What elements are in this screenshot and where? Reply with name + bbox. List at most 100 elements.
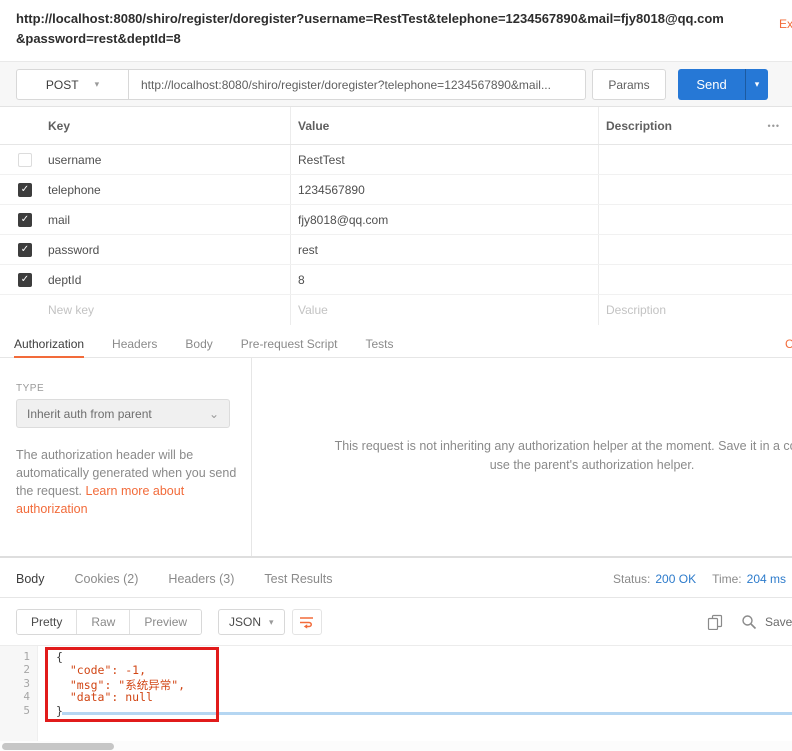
- examples-link[interactable]: Examples: [779, 17, 792, 31]
- table-row: username RestTest: [0, 145, 792, 175]
- params-button[interactable]: Params: [592, 69, 666, 100]
- preview-button[interactable]: Preview: [129, 610, 201, 634]
- line-number: 1: [0, 650, 30, 663]
- request-url-line1: http://localhost:8080/shiro/register/dor…: [16, 9, 776, 29]
- new-key-input[interactable]: New key: [48, 303, 94, 317]
- code-line: 1 {: [0, 650, 792, 664]
- status-label: Status:: [613, 572, 650, 586]
- table-row: ✓ password rest: [0, 235, 792, 265]
- raw-button[interactable]: Raw: [76, 610, 129, 634]
- chevron-down-icon: ▾: [269, 617, 274, 628]
- param-value[interactable]: RestTest: [298, 153, 345, 167]
- scrollbar-thumb[interactable]: [2, 743, 114, 750]
- request-tabs: Authorization Headers Body Pre-request S…: [0, 330, 792, 358]
- request-builder-bar: POST ▾ http://localhost:8080/shiro/regis…: [0, 61, 792, 107]
- table-row: ✓ mail fjy8018@qq.com: [0, 205, 792, 235]
- param-value[interactable]: fjy8018@qq.com: [298, 213, 388, 227]
- send-button-label[interactable]: Send: [678, 69, 745, 100]
- chevron-down-icon: ⌄: [209, 407, 219, 421]
- url-box: POST ▾ http://localhost:8080/shiro/regis…: [16, 69, 586, 100]
- new-value-input[interactable]: Value: [298, 303, 328, 317]
- inherit-auth-message-line2: use the parent's authorization helper.: [252, 456, 792, 475]
- tab-authorization[interactable]: Authorization: [14, 330, 84, 357]
- cursor-line-highlight: [62, 712, 792, 715]
- param-key[interactable]: username: [48, 153, 101, 167]
- response-tabs: Body Cookies (2) Headers (3) Test Result…: [0, 560, 792, 598]
- url-input[interactable]: http://localhost:8080/shiro/register/dor…: [129, 70, 585, 99]
- code-line: 2 "code": -1,: [0, 663, 792, 677]
- time-value: 204 ms: [747, 572, 786, 586]
- wrap-lines-button[interactable]: [292, 609, 322, 635]
- horizontal-scrollbar: [0, 741, 792, 751]
- tab-body[interactable]: Body: [185, 330, 212, 357]
- column-header-value: Value: [298, 119, 329, 133]
- table-row-new: New key Value Description: [0, 295, 792, 325]
- tab-prerequest-script[interactable]: Pre-request Script: [241, 330, 338, 357]
- table-options-icon[interactable]: •••: [768, 121, 780, 131]
- table-row: ✓ telephone 1234567890: [0, 175, 792, 205]
- format-value: JSON: [229, 615, 261, 629]
- auth-help-text: The authorization header will be automat…: [16, 446, 238, 518]
- table-row: ✓ deptId 8: [0, 265, 792, 295]
- params-table-header: Key Value Description •••: [0, 107, 792, 145]
- request-url-title: http://localhost:8080/shiro/register/dor…: [16, 9, 776, 49]
- check-icon: ✓: [21, 244, 29, 255]
- method-label: POST: [46, 78, 79, 92]
- param-value[interactable]: 1234567890: [298, 183, 365, 197]
- pretty-button[interactable]: Pretty: [17, 610, 76, 634]
- param-value[interactable]: rest: [298, 243, 318, 257]
- row-checkbox[interactable]: ✓: [18, 213, 32, 227]
- status-value: 200 OK: [655, 572, 696, 586]
- method-dropdown[interactable]: POST ▾: [17, 70, 129, 99]
- param-key[interactable]: telephone: [48, 183, 101, 197]
- request-url-line2: &password=rest&deptId=8: [16, 29, 776, 49]
- response-status-area: Status: 200 OK Time: 204 ms: [597, 560, 786, 597]
- copy-button[interactable]: [706, 613, 724, 631]
- column-header-key: Key: [48, 119, 70, 133]
- param-key[interactable]: mail: [48, 213, 70, 227]
- row-checkbox[interactable]: ✓: [18, 183, 32, 197]
- param-key[interactable]: deptId: [48, 273, 81, 287]
- row-checkbox[interactable]: ✓: [18, 273, 32, 287]
- view-mode-group: Pretty Raw Preview: [16, 609, 202, 635]
- auth-type-value: Inherit auth from parent: [27, 407, 152, 421]
- send-options-caret[interactable]: ▾: [745, 69, 768, 100]
- line-number: 5: [0, 704, 30, 717]
- save-response-button[interactable]: Save Response: [765, 609, 792, 635]
- postman-window: http://localhost:8080/shiro/register/dor…: [0, 0, 792, 751]
- inherit-auth-message-line1: This request is not inheriting any autho…: [252, 437, 792, 456]
- authorization-sidebar: TYPE Inherit auth from parent ⌄ The auth…: [0, 358, 252, 556]
- copy-icon: [707, 614, 723, 630]
- row-checkbox[interactable]: ✓: [18, 243, 32, 257]
- param-key[interactable]: password: [48, 243, 99, 257]
- response-tab-test-results[interactable]: Test Results: [264, 572, 332, 586]
- new-description-input[interactable]: Description: [606, 303, 666, 317]
- wrap-lines-icon: [299, 615, 315, 629]
- line-number: 4: [0, 690, 30, 703]
- search-icon: [741, 614, 757, 630]
- chevron-down-icon: ▾: [755, 79, 760, 90]
- response-tab-headers[interactable]: Headers (3): [168, 572, 234, 586]
- send-button[interactable]: Send ▾: [678, 69, 768, 100]
- auth-type-select[interactable]: Inherit auth from parent ⌄: [16, 399, 230, 428]
- request-title-bar: http://localhost:8080/shiro/register/dor…: [0, 0, 792, 61]
- check-icon: ✓: [21, 274, 29, 285]
- response-tab-body[interactable]: Body: [16, 572, 45, 586]
- row-checkbox[interactable]: [18, 153, 32, 167]
- time-label: Time:: [712, 572, 742, 586]
- cookies-code-link[interactable]: Cookies Code: [785, 337, 792, 351]
- tab-tests[interactable]: Tests: [365, 330, 393, 357]
- line-number: 2: [0, 663, 30, 676]
- response-tab-cookies[interactable]: Cookies (2): [75, 572, 139, 586]
- authorization-panel: TYPE Inherit auth from parent ⌄ The auth…: [0, 358, 792, 558]
- check-icon: ✓: [21, 184, 29, 195]
- auth-type-label: TYPE: [16, 383, 44, 394]
- inherit-auth-message: This request is not inheriting any autho…: [252, 437, 792, 475]
- param-value[interactable]: 8: [298, 273, 305, 287]
- check-icon: ✓: [21, 214, 29, 225]
- tab-headers[interactable]: Headers: [112, 330, 157, 357]
- code-line: 3 "msg": "系统异常",: [0, 677, 792, 691]
- response-body-editor[interactable]: 1 { 2 "code": -1, 3 "msg": "系统异常", 4 "da…: [0, 646, 792, 741]
- format-select[interactable]: JSON ▾: [218, 609, 285, 635]
- search-button[interactable]: [740, 613, 758, 631]
